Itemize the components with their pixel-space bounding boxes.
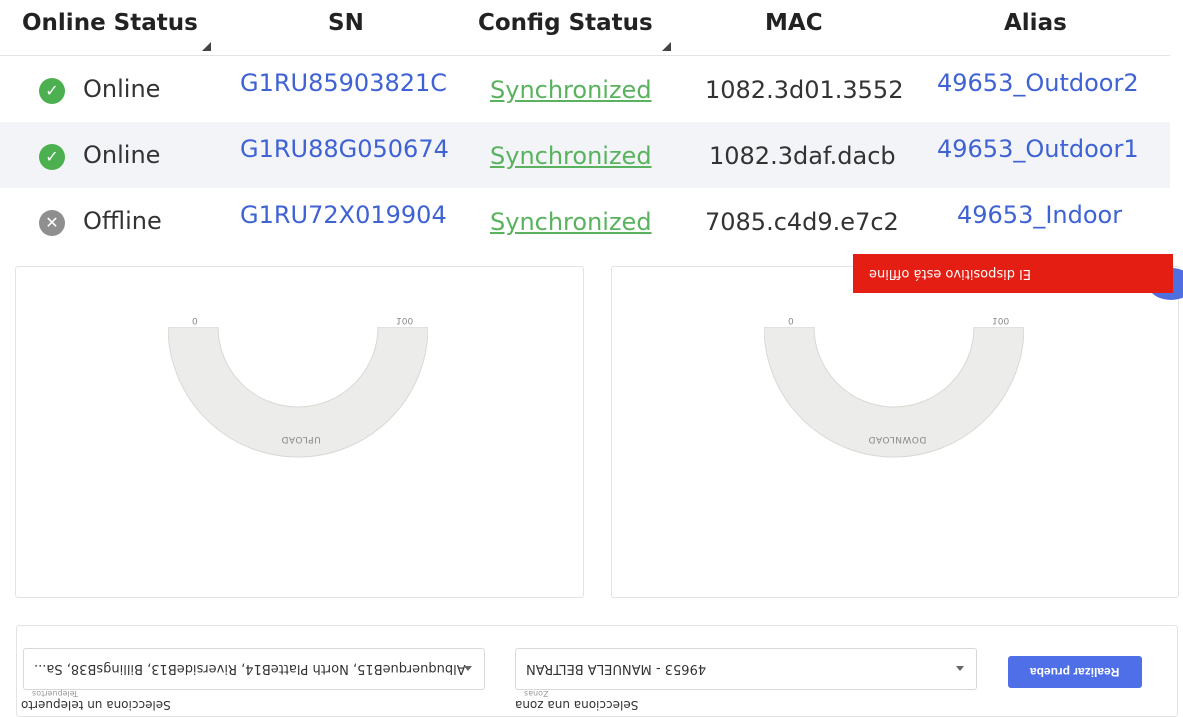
upload-gauge-card: 0 100 UPLOAD [15, 266, 584, 598]
toast-message: El dispositivo está offline [869, 266, 1032, 281]
config-status-link[interactable]: Synchronized [490, 142, 652, 170]
page: Online Status SN Config Status MAC Alias… [0, 0, 1183, 717]
config-status-link[interactable]: Synchronized [490, 208, 652, 236]
check-circle-icon: ✓ [39, 144, 65, 170]
config-status-link[interactable]: Synchronized [490, 76, 652, 104]
upload-gauge [168, 327, 428, 458]
run-test-button[interactable]: Realizar prueba [1008, 656, 1142, 688]
column-header-label: Online Status [22, 10, 198, 36]
device-table: Online Status SN Config Status MAC Alias… [0, 0, 1170, 254]
check-circle-icon: ✓ [39, 78, 65, 104]
mac-text: 7085.c4d9.e7c2 [705, 208, 899, 236]
alias-link[interactable]: 49653_Outdoor1 [937, 135, 1139, 163]
zone-select-value: 49653 - MANUELA BELTRAN [526, 661, 707, 676]
table-row: ✓ Online G1RU85903821C Synchronized 1082… [0, 56, 1170, 122]
column-header-online-status[interactable]: Online Status [22, 10, 198, 36]
column-header-label: Alias [1004, 10, 1067, 36]
test-controls-bar: AlbuquerqueB15, North PlatteB14, Riversi… [16, 625, 1178, 717]
gauge-min-label: 0 [192, 315, 198, 325]
mac-text: 1082.3daf.dacb [709, 142, 896, 170]
run-test-button-label: Realizar prueba [1030, 665, 1120, 679]
zone-select-label: Selecciona una zona [515, 698, 639, 712]
alias-link[interactable]: 49653_Outdoor2 [937, 69, 1139, 97]
sort-caret-icon[interactable] [202, 42, 211, 51]
offline-toast[interactable]: El dispositivo está offline [853, 254, 1173, 293]
gauge-title: UPLOAD [281, 434, 321, 444]
sn-link[interactable]: G1RU85903821C [240, 69, 447, 97]
column-header-label: Config Status [478, 10, 653, 36]
mac-text: 1082.3d01.3552 [705, 76, 904, 104]
teleport-select-label: Selecciona un telepuerto [21, 698, 171, 712]
column-header-label: MAC [765, 10, 823, 36]
column-header-mac: MAC [765, 10, 823, 36]
download-gauge [764, 327, 1024, 458]
gauge-max-label: 100 [396, 315, 414, 325]
gauge-title: DOWNLOAD [868, 434, 927, 444]
teleport-select-tiny-label: Telepuertos [32, 689, 79, 698]
chevron-down-icon [956, 666, 964, 671]
zone-select[interactable]: 49653 - MANUELA BELTRAN Zonas [515, 648, 977, 698]
x-circle-icon: ✕ [39, 210, 65, 236]
column-header-alias: Alias [1004, 10, 1067, 36]
column-header-label: SN [328, 10, 364, 36]
sn-link[interactable]: G1RU72X019904 [240, 201, 447, 229]
status-text: Offline [83, 207, 162, 235]
teleport-select[interactable]: AlbuquerqueB15, North PlatteB14, Riversi… [23, 648, 485, 698]
gauge-min-label: 0 [788, 315, 794, 325]
column-header-config-status[interactable]: Config Status [478, 10, 653, 36]
column-header-sn: SN [328, 10, 364, 36]
status-text: Online [83, 141, 161, 169]
download-gauge-card: 0 100 DOWNLOAD [611, 266, 1179, 598]
alias-link[interactable]: 49653_Indoor [957, 201, 1122, 229]
zone-select-tiny-label: Zonas [524, 689, 549, 698]
table-header: Online Status SN Config Status MAC Alias [0, 0, 1170, 56]
table-row: ✓ Online G1RU88G050674 Synchronized 1082… [0, 122, 1170, 188]
gauge-max-label: 100 [992, 315, 1010, 325]
status-text: Online [83, 75, 161, 103]
chevron-down-icon [464, 666, 472, 671]
teleport-select-value: AlbuquerqueB15, North PlatteB14, Riversi… [34, 661, 466, 676]
sort-caret-icon[interactable] [662, 42, 671, 51]
table-row: ✕ Offline G1RU72X019904 Synchronized 708… [0, 188, 1170, 254]
sn-link[interactable]: G1RU88G050674 [240, 135, 449, 163]
